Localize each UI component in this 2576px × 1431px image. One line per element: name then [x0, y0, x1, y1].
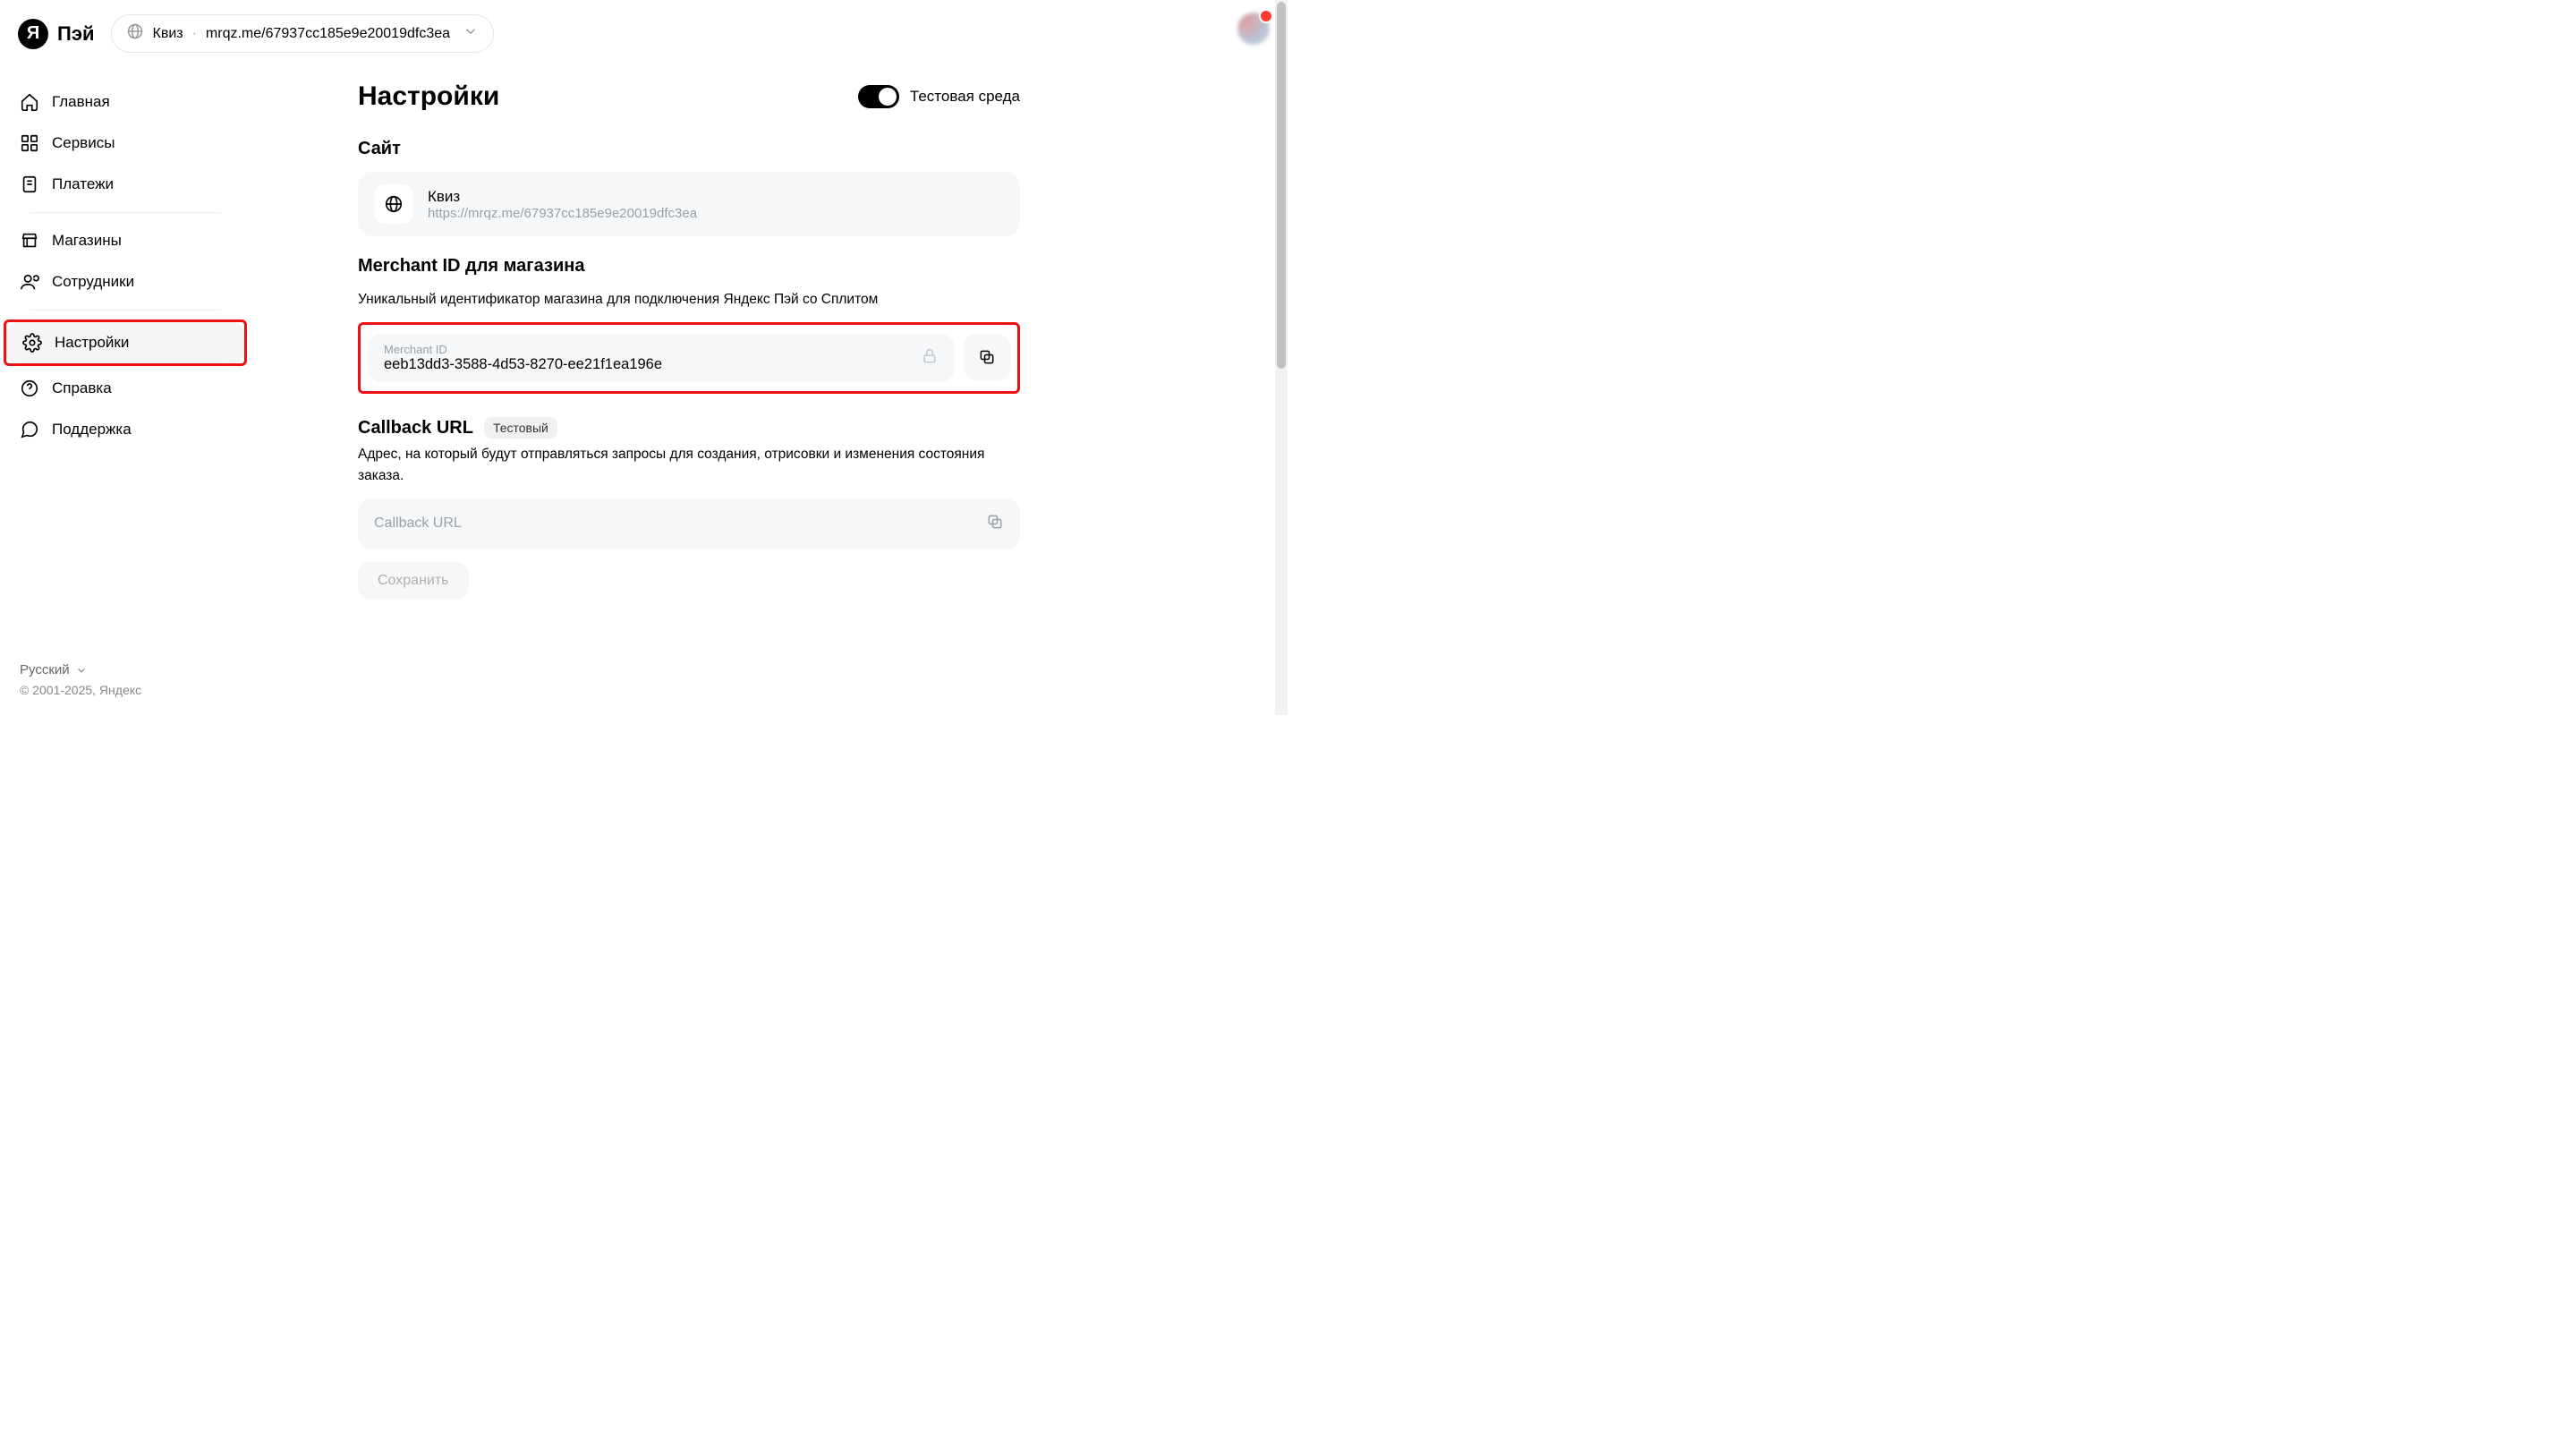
site-url-label: mrqz.me/67937cc185e9e20019dfc3ea: [206, 26, 450, 42]
sidebar-highlight: Настройки: [4, 319, 247, 366]
callback-url-input[interactable]: [374, 515, 986, 532]
test-env-toggle[interactable]: [858, 85, 899, 108]
site-card[interactable]: Квиз https://mrqz.me/67937cc185e9e20019d…: [358, 172, 1020, 236]
copyright: © 2001-2025, Яндекс: [20, 683, 231, 697]
copy-icon: [978, 348, 996, 366]
language-selector[interactable]: Русский: [20, 662, 231, 677]
sidebar-item-label: Сотрудники: [52, 273, 134, 291]
merchant-id-value: eeb13dd3-3588-4d53-8270-ee21f1ea196e: [384, 356, 662, 373]
merchant-id-highlight: Merchant ID eeb13dd3-3588-4d53-8270-ee21…: [358, 322, 1020, 394]
sidebar-divider: [30, 310, 220, 311]
site-selector[interactable]: Квиз · mrqz.me/67937cc185e9e20019dfc3ea: [111, 14, 495, 53]
save-button[interactable]: Сохранить: [358, 562, 469, 600]
sidebar-divider: [30, 212, 220, 213]
merchant-id-field: Merchant ID eeb13dd3-3588-4d53-8270-ee21…: [368, 334, 955, 382]
site-name-label: Квиз: [153, 26, 183, 42]
chevron-down-icon: [75, 664, 88, 677]
page-title: Настройки: [358, 81, 499, 112]
site-card-url: https://mrqz.me/67937cc185e9e20019dfc3ea: [428, 206, 697, 221]
callback-url-field[interactable]: [358, 498, 1020, 549]
sidebar-item-services[interactable]: Сервисы: [4, 123, 247, 164]
separator-dot: ·: [192, 26, 197, 42]
merchant-id-title: Merchant ID для магазина: [358, 256, 1020, 277]
sidebar-item-label: Поддержка: [52, 421, 132, 439]
callback-badge: Тестовый: [484, 417, 557, 439]
sidebar-item-label: Справка: [52, 379, 112, 397]
merchant-id-desc: Уникальный идентификатор магазина для по…: [358, 289, 1020, 310]
site-card-name: Квиз: [428, 188, 697, 206]
copy-icon: [986, 513, 1004, 531]
sidebar-item-shops[interactable]: Магазины: [4, 220, 247, 261]
scrollbar[interactable]: [1275, 0, 1288, 715]
chevron-down-icon: [463, 23, 479, 44]
help-icon: [20, 379, 39, 398]
sidebar-item-label: Настройки: [55, 334, 129, 352]
home-icon: [20, 92, 39, 112]
copy-merchant-id-button[interactable]: [964, 334, 1010, 380]
language-label: Русский: [20, 662, 70, 677]
site-section-title: Сайт: [358, 139, 1020, 159]
receipt-icon: [20, 175, 39, 194]
sidebar-item-label: Сервисы: [52, 134, 115, 152]
sidebar-item-home[interactable]: Главная: [4, 81, 247, 123]
scrollbar-thumb[interactable]: [1277, 2, 1286, 369]
sidebar-item-label: Магазины: [52, 232, 122, 250]
copy-callback-button[interactable]: [986, 513, 1004, 535]
merchant-id-label: Merchant ID: [384, 343, 662, 356]
logo-text: Пэй: [57, 22, 95, 46]
chat-icon: [20, 420, 39, 439]
store-icon: [20, 231, 39, 251]
users-icon: [20, 272, 39, 292]
globe-icon: [374, 184, 413, 224]
logo-mark: Я: [18, 19, 48, 49]
sidebar-item-help[interactable]: Справка: [4, 368, 247, 409]
sidebar-item-support[interactable]: Поддержка: [4, 409, 247, 450]
gear-icon: [22, 333, 42, 353]
avatar-notification-badge: [1259, 9, 1273, 23]
sidebar-item-payments[interactable]: Платежи: [4, 164, 247, 205]
lock-icon: [921, 347, 939, 370]
toggle-label: Тестовая среда: [910, 88, 1020, 106]
sidebar-item-label: Главная: [52, 93, 110, 111]
callback-title: Callback URL: [358, 418, 473, 439]
logo[interactable]: Я Пэй: [18, 19, 95, 49]
grid-icon: [20, 133, 39, 153]
sidebar-item-employees[interactable]: Сотрудники: [4, 261, 247, 302]
sidebar-item-label: Платежи: [52, 175, 114, 193]
callback-desc: Адрес, на который будут отправляться зап…: [358, 444, 1020, 486]
sidebar-item-settings[interactable]: Настройки: [6, 322, 244, 363]
globe-icon: [126, 22, 144, 45]
